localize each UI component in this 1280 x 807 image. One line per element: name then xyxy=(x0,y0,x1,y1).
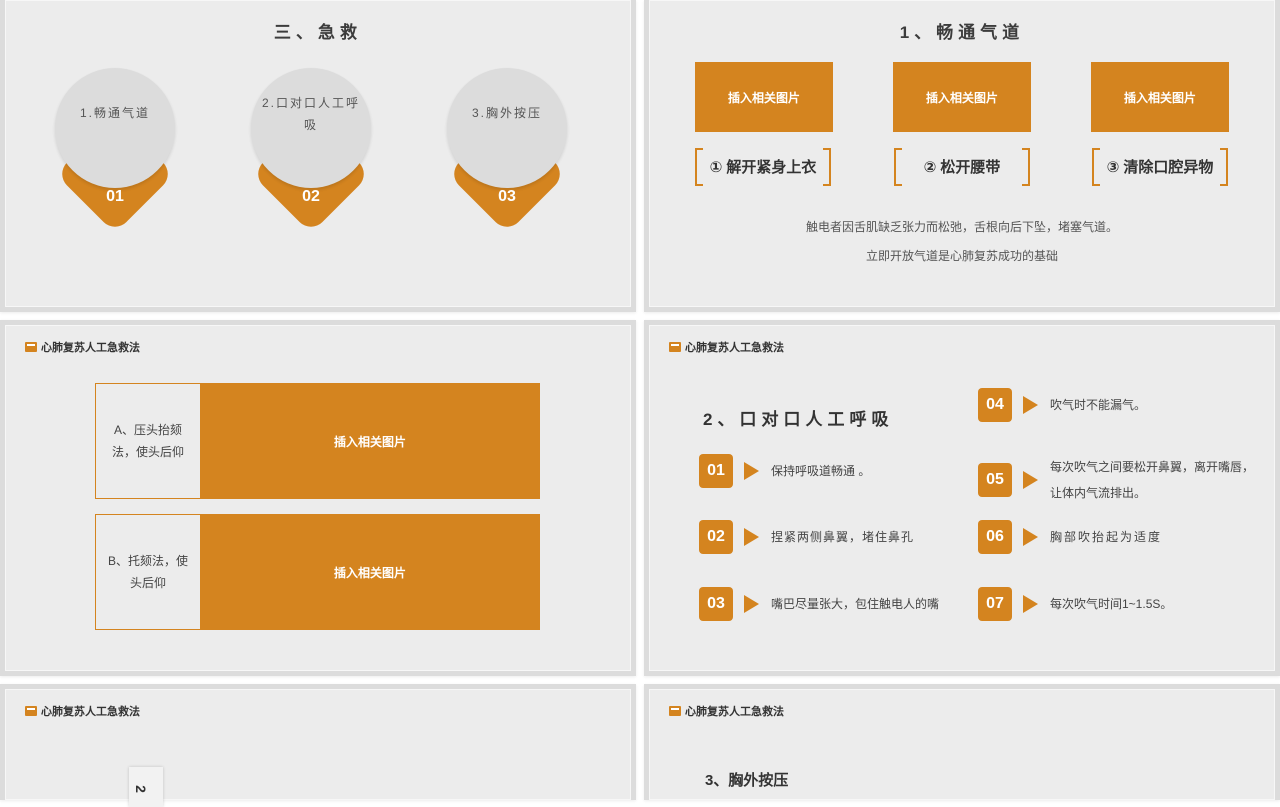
arrow-right-icon xyxy=(1023,471,1038,489)
step-text: 吹气时不能漏气。 xyxy=(1050,398,1147,412)
brand-logo-icon xyxy=(669,342,681,352)
slide-mouth-to-mouth[interactable]: 心肺复苏人工急救法 2、口对口人工呼吸 01 保持呼吸道畅通 。 02 捏紧两侧… xyxy=(644,320,1280,676)
arrow-right-icon xyxy=(744,595,759,613)
brand-title: 心肺复苏人工急救法 xyxy=(41,342,140,354)
slide-emergency-overview[interactable]: 三、急救 1.畅通气道 01 2.口对口人工呼吸 02 3.胸外按压 03 xyxy=(0,0,636,312)
slide-open-airway[interactable]: 1、畅通气道 插入相关图片 插入相关图片 插入相关图片 ① 解开紧身上衣 ② 松… xyxy=(644,0,1280,312)
step-item: 06 胸部吹抬起为适度 xyxy=(978,520,1162,554)
badge-chest-compression: 3.胸外按压 03 xyxy=(447,68,567,234)
body-text: 触电者因舌肌缺乏张力而松弛，舌根向后下坠，堵塞气道。 xyxy=(805,220,1118,234)
header-brand: 心肺复苏人工急救法 xyxy=(25,339,140,355)
slide-title: 2、口对口人工呼吸 xyxy=(703,410,894,429)
badge-airway: 1.畅通气道 01 xyxy=(55,68,175,234)
step-label: ① 解开紧身上衣 xyxy=(695,148,831,186)
badge-number: 02 xyxy=(302,188,320,205)
method-row: B、托颏法，使头后仰 插入相关图片 xyxy=(95,514,541,632)
badge-number: 01 xyxy=(106,188,124,205)
step-number: 01 xyxy=(699,454,733,488)
step-item: 05 每次吹气之间要松开鼻翼，离开嘴唇，让体内气流排出。 xyxy=(978,454,1260,506)
step-text: 胸部吹抬起为适度 xyxy=(1050,530,1163,544)
slide-airway-methods[interactable]: 心肺复苏人工急救法 A、压头抬颏法，使头后仰 插入相关图片 B、托颏法，使头后仰… xyxy=(0,320,636,676)
slide-title: 1、畅通气道 xyxy=(899,23,1025,42)
brand-logo-icon xyxy=(25,706,37,716)
slide-title: 3、胸外按压 xyxy=(705,772,789,789)
badge-label: 2.口对口人工呼吸 xyxy=(261,96,360,132)
step-text: 嘴巴尽量张大，包住触电人的嘴 xyxy=(771,597,940,611)
step-label: ② 松开腰带 xyxy=(894,148,1030,186)
badge-label: 3.胸外按压 xyxy=(471,106,542,120)
method-label: A、压头抬颏法，使头后仰 xyxy=(95,383,201,499)
brand-title: 心肺复苏人工急救法 xyxy=(685,706,784,718)
arrow-right-icon xyxy=(1023,528,1038,546)
slide-title: 三、急救 xyxy=(274,23,362,42)
image-placeholder[interactable]: 插入相关图片 xyxy=(695,62,833,132)
arrow-right-icon xyxy=(744,462,759,480)
image-placeholder[interactable]: 插入相关图片 xyxy=(893,62,1031,132)
step-number: 06 xyxy=(978,520,1012,554)
brand-logo-icon xyxy=(669,706,681,716)
header-brand: 心肺复苏人工急救法 xyxy=(669,703,784,719)
step-item: 07 每次吹气时间1~1.5S。 xyxy=(978,587,1172,621)
header-brand: 心肺复苏人工急救法 xyxy=(669,339,784,355)
step-label: ③ 清除口腔异物 xyxy=(1092,148,1228,186)
step-text: 捏紧两侧鼻翼，堵住鼻孔 xyxy=(771,530,915,544)
slide-chest-compression[interactable]: 心肺复苏人工急救法 3、胸外按压 xyxy=(644,684,1280,800)
step-number: 07 xyxy=(978,587,1012,621)
step-number: 04 xyxy=(978,388,1012,422)
step-text: 每次吹气之间要松开鼻翼，离开嘴唇，让体内气流排出。 xyxy=(1050,460,1255,500)
badge-number: 03 xyxy=(498,188,516,205)
method-label: B、托颏法，使头后仰 xyxy=(95,514,201,630)
header-brand: 心肺复苏人工急救法 xyxy=(25,703,140,719)
body-text: 立即开放气道是心肺复苏成功的基础 xyxy=(865,249,1058,263)
step-item: 02 捏紧两侧鼻翼，堵住鼻孔 xyxy=(699,520,914,554)
vertical-tab-text: 2 xyxy=(132,785,149,793)
badge-circle-shape xyxy=(55,68,175,188)
badge-label: 1.畅通气道 xyxy=(79,106,150,120)
step-text: 保持呼吸道畅通 。 xyxy=(771,464,871,478)
brand-title: 心肺复苏人工急救法 xyxy=(685,342,784,354)
badge-mouth-to-mouth: 2.口对口人工呼吸 02 xyxy=(251,68,371,234)
arrow-right-icon xyxy=(1023,396,1038,414)
brand-title: 心肺复苏人工急救法 xyxy=(41,706,140,718)
image-placeholder[interactable]: 插入相关图片 xyxy=(200,383,540,499)
image-placeholder[interactable]: 插入相关图片 xyxy=(1091,62,1229,132)
arrow-right-icon xyxy=(744,528,759,546)
step-item: 04 吹气时不能漏气。 xyxy=(978,388,1146,422)
brand-logo-icon xyxy=(25,342,37,352)
badge-circle-shape xyxy=(447,68,567,188)
method-row: A、压头抬颏法，使头后仰 插入相关图片 xyxy=(95,383,541,501)
slide-partial-left[interactable]: 心肺复苏人工急救法 2 xyxy=(0,684,636,807)
step-number: 02 xyxy=(699,520,733,554)
vertical-tab: 2 xyxy=(129,767,163,807)
step-number: 03 xyxy=(699,587,733,621)
step-item: 01 保持呼吸道畅通 。 xyxy=(699,454,870,488)
step-number: 05 xyxy=(978,463,1012,497)
image-placeholder[interactable]: 插入相关图片 xyxy=(200,514,540,630)
arrow-right-icon xyxy=(1023,595,1038,613)
step-text: 每次吹气时间1~1.5S。 xyxy=(1050,597,1173,611)
step-item: 03 嘴巴尽量张大，包住触电人的嘴 xyxy=(699,587,939,621)
